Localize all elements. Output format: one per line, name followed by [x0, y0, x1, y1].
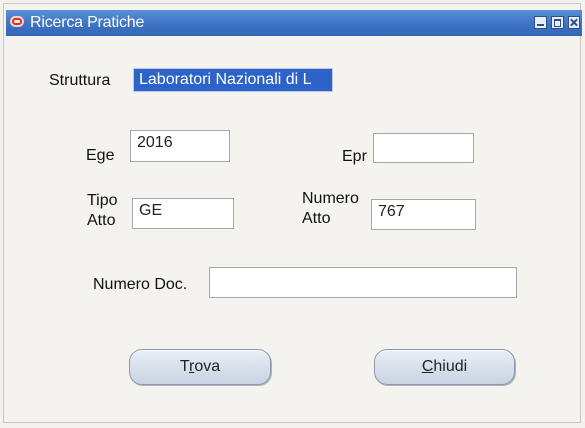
chiudi-mnemonic: C: [421, 358, 434, 375]
tipo-atto-field[interactable]: GE: [132, 198, 234, 229]
oracle-forms-icon: [10, 16, 24, 27]
trova-label-start: T: [179, 358, 190, 375]
struttura-field[interactable]: Laboratori Nazionali di L: [133, 68, 333, 92]
chiudi-label-end: hiudi: [433, 358, 468, 375]
epr-field[interactable]: [373, 133, 474, 163]
ricerca-pratiche-window: Ricerca Pratiche Struttura Laboratori Na…: [0, 0, 585, 428]
numero-atto-label: Numero Atto: [302, 189, 362, 229]
window-titlebar[interactable]: Ricerca Pratiche: [6, 10, 582, 36]
close-icon[interactable]: [568, 16, 580, 29]
minimize-icon[interactable]: [534, 16, 547, 29]
trova-button[interactable]: Trova: [129, 349, 271, 385]
trova-label-end: ova: [194, 358, 221, 375]
numero-doc-label: Numero Doc.: [93, 276, 188, 293]
numero-atto-label-line-2: Atto: [302, 210, 331, 227]
window-title: Ricerca Pratiche: [30, 14, 145, 31]
numero-atto-field[interactable]: 767: [371, 199, 476, 230]
maximize-icon[interactable]: [551, 16, 564, 29]
ege-field[interactable]: 2016: [130, 130, 230, 162]
ege-label: Ege: [86, 147, 115, 164]
struttura-label: Struttura: [49, 72, 111, 89]
numero-atto-label-line-1: Numero: [302, 190, 359, 207]
numero-doc-field[interactable]: [209, 267, 517, 298]
epr-label: Epr: [342, 148, 367, 165]
chiudi-button[interactable]: Chiudi: [374, 349, 515, 385]
